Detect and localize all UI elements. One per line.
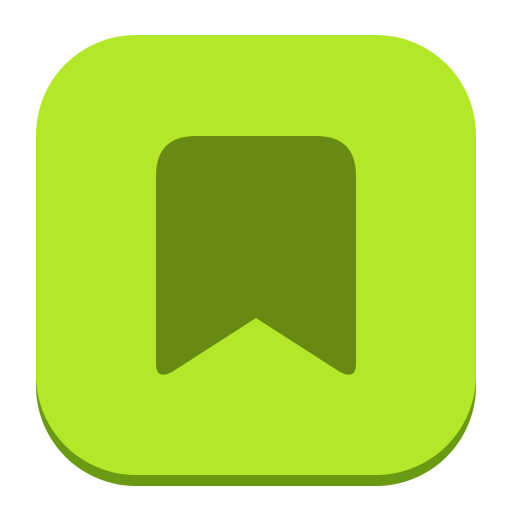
app-icon-tile[interactable]	[0, 0, 512, 512]
icon-canvas	[0, 0, 512, 512]
